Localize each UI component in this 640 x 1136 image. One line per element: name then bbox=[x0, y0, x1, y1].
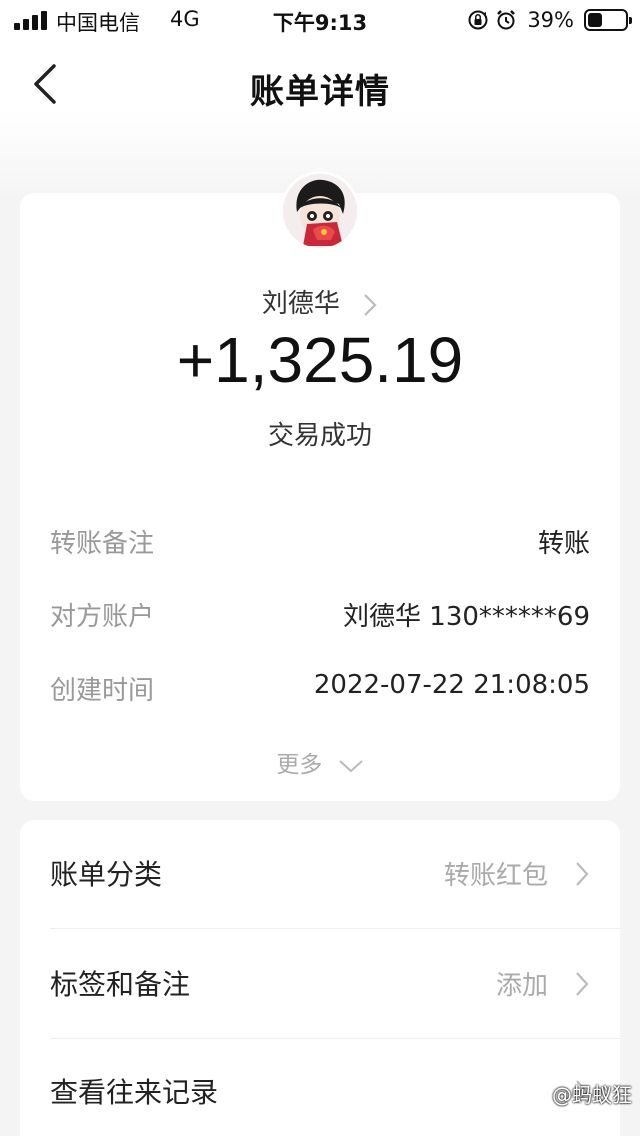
row-transaction-history[interactable]: 查看往来记录 bbox=[50, 1038, 620, 1136]
row-value: 添加 bbox=[495, 971, 548, 1001]
row-tags-and-notes[interactable]: 标签和备注 添加 bbox=[50, 930, 620, 1040]
transaction-status: 交易成功 bbox=[267, 421, 372, 451]
chevron-right-icon bbox=[576, 862, 589, 886]
battery-percent: 39% bbox=[527, 8, 574, 32]
more-label: 更多 bbox=[276, 752, 323, 778]
rotation-lock-icon bbox=[468, 10, 488, 30]
detail-row-account: 对方账户 刘德华 130******69 bbox=[50, 596, 590, 636]
row-label: 查看往来记录 bbox=[50, 1076, 219, 1109]
detail-value: 刘德华 130******69 bbox=[343, 602, 590, 632]
detail-value: 转账 bbox=[537, 529, 590, 559]
detail-key: 对方账户 bbox=[50, 602, 155, 632]
chevron-right-icon bbox=[576, 972, 589, 996]
battery-icon bbox=[584, 9, 632, 31]
divider bbox=[50, 928, 620, 929]
status-bar: 中国电信 4G 下午9:13 39% bbox=[0, 0, 640, 40]
row-value: 转账红包 bbox=[443, 861, 548, 891]
payer-name-link[interactable]: 刘德华 bbox=[20, 283, 620, 320]
avatar[interactable] bbox=[280, 171, 360, 251]
chevron-down-icon bbox=[338, 759, 363, 772]
avatar-image bbox=[283, 174, 357, 248]
nav-bar: 账单详情 bbox=[0, 40, 640, 128]
bill-summary-card: 刘德华 +1,325.19 交易成功 转账备注 转账 对方账户 刘德华 130*… bbox=[20, 171, 620, 801]
page-title: 账单详情 bbox=[250, 72, 390, 112]
alarm-icon bbox=[497, 10, 516, 30]
more-button[interactable]: 更多 bbox=[20, 745, 620, 779]
row-label: 账单分类 bbox=[50, 858, 163, 891]
row-label: 标签和备注 bbox=[50, 968, 191, 1001]
payer-name: 刘德华 bbox=[261, 289, 340, 319]
detail-key: 转账备注 bbox=[50, 529, 155, 559]
detail-value: 2022-07-22 21:08:05 bbox=[313, 670, 590, 700]
bill-detail-screen: 中国电信 4G 下午9:13 39% 账单详情 刘德华 +1,325.19 交易… bbox=[0, 0, 640, 1136]
row-bill-category[interactable]: 账单分类 转账红包 bbox=[50, 820, 620, 930]
detail-row-created-time: 创建时间 2022-07-22 21:08:05 bbox=[50, 670, 590, 710]
detail-key: 创建时间 bbox=[50, 676, 155, 706]
bill-amount: +1,325.19 bbox=[176, 324, 464, 396]
watermark: @蚂蚁狂 bbox=[552, 1083, 632, 1107]
detail-row-remark: 转账备注 转账 bbox=[50, 523, 590, 563]
battery-level bbox=[588, 13, 602, 27]
bill-options-card: 账单分类 转账红包 标签和备注 添加 查看往来记录 bbox=[20, 820, 620, 1136]
chevron-right-icon bbox=[364, 293, 377, 316]
